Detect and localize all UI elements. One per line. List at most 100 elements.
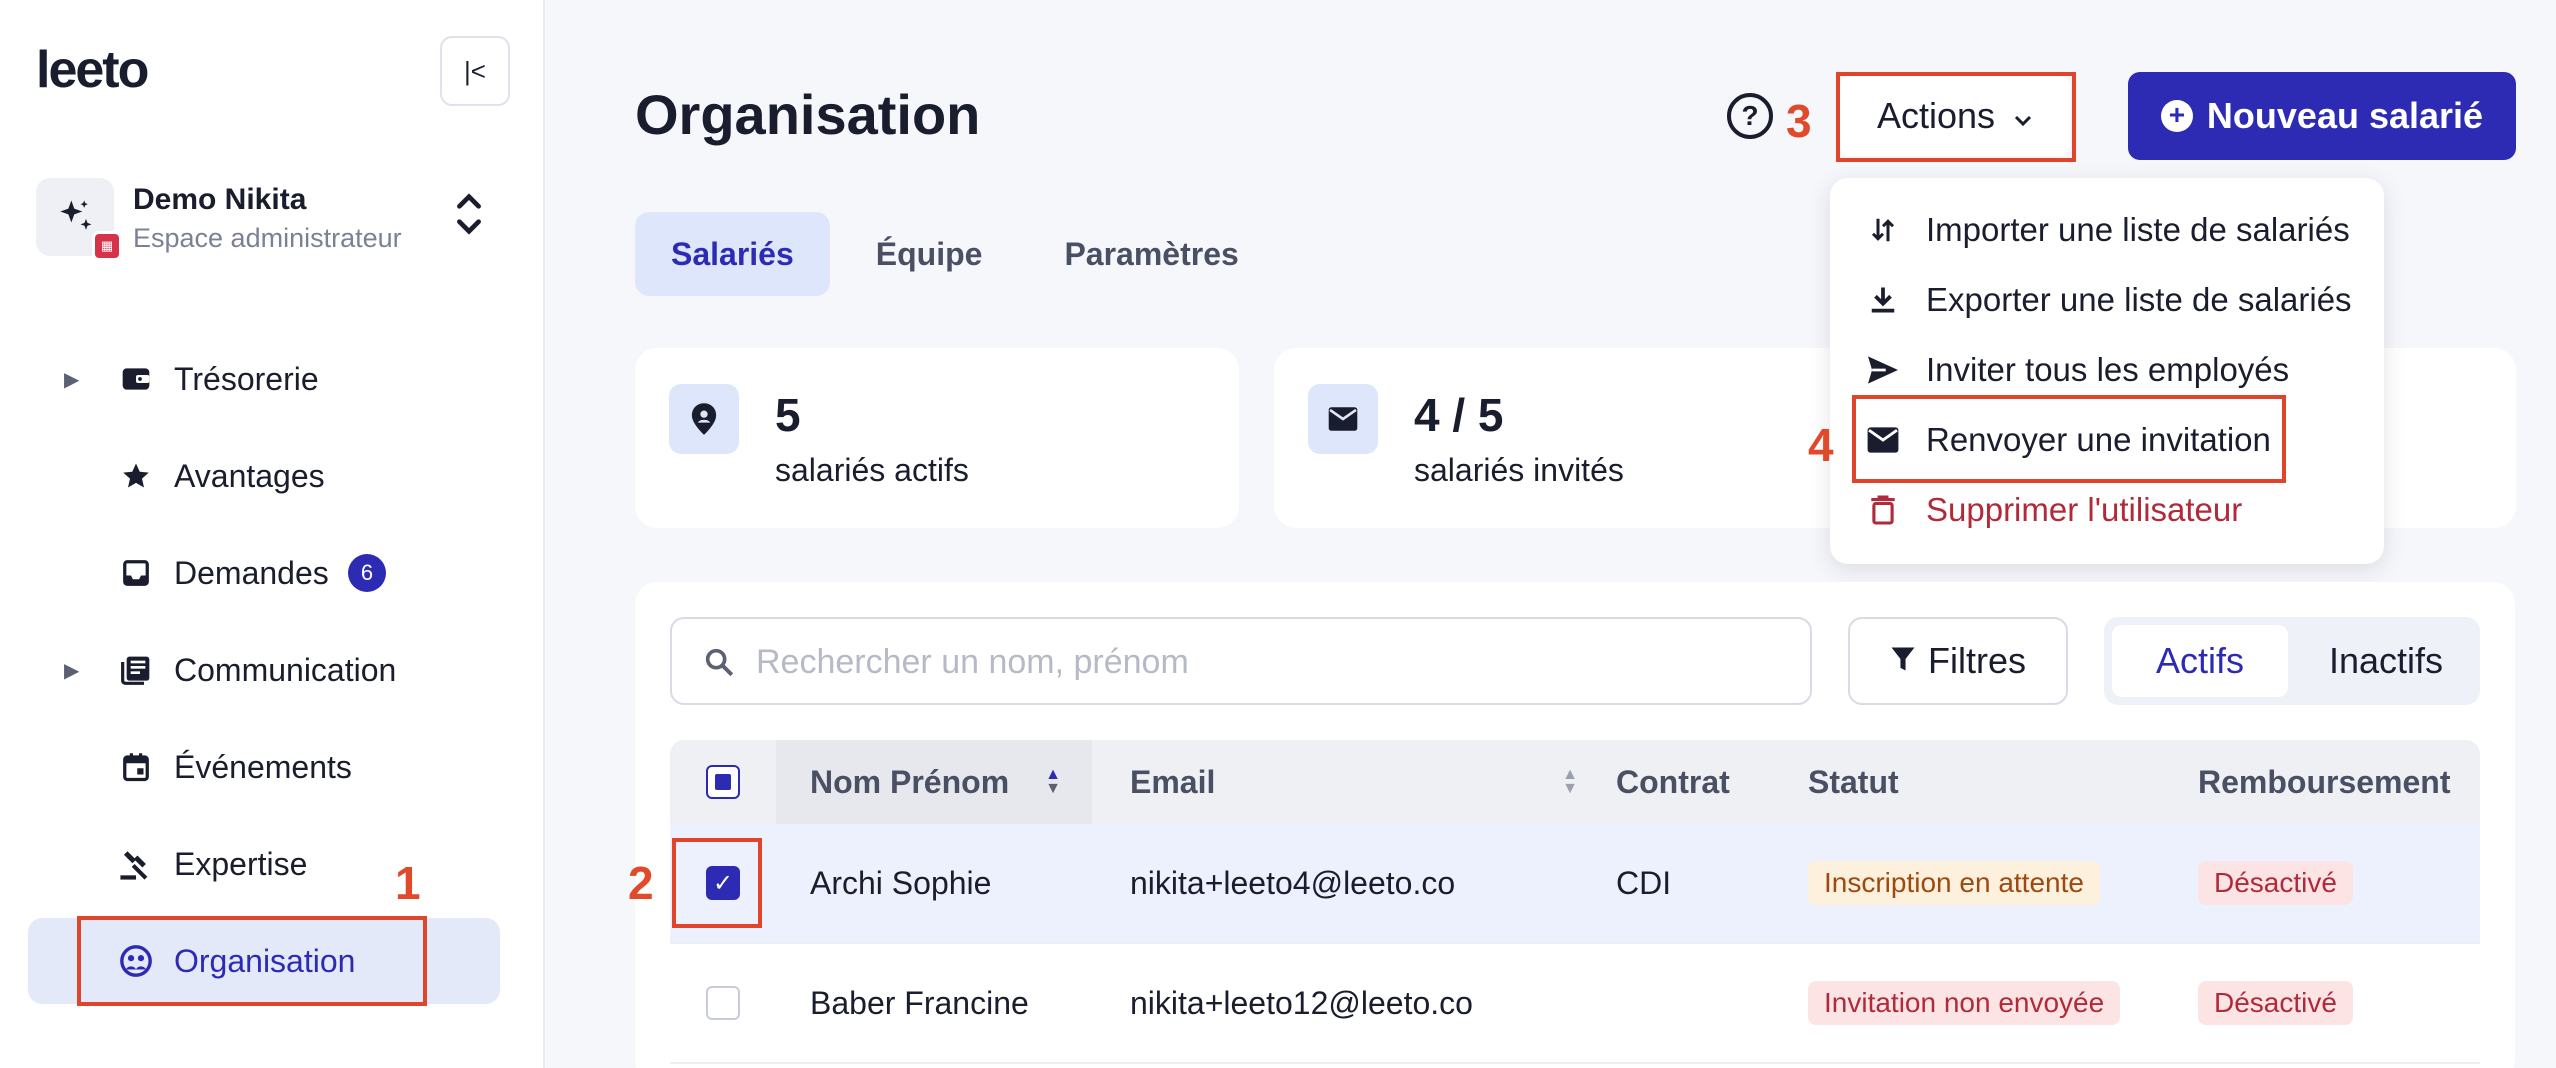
sidebar-item-label: Demandes [174, 554, 329, 591]
tab-parametres[interactable]: Paramètres [1028, 212, 1274, 296]
sidebar-item-demandes[interactable]: Demandes 6 [28, 530, 500, 616]
menu-item-invite-all[interactable]: Inviter tous les employés [1866, 340, 2289, 400]
workspace-switcher[interactable]: ▦ Demo Nikita Espace administrateur [36, 175, 506, 265]
actions-dropdown-menu: Importer une liste de salariés Exporter … [1830, 178, 2384, 564]
status-badge: Invitation non envoyée [1808, 981, 2121, 1025]
annotation-box-actions [1836, 72, 2076, 162]
annotation-4: 4 [1808, 419, 1834, 471]
cell-email: nikita+leeto4@leeto.co [1130, 864, 1456, 901]
sidebar-item-expertise[interactable]: Expertise [28, 821, 500, 907]
column-reimbursement: Remboursement [2198, 763, 2451, 800]
tab-equipe[interactable]: Équipe [840, 212, 1019, 296]
cell-name: Baber Francine [810, 984, 1029, 1021]
menu-item-label: Supprimer l'utilisateur [1926, 491, 2243, 528]
location-pin-icon [669, 384, 739, 454]
cell-status: Inscription en attente [1808, 824, 2100, 942]
menu-item-export[interactable]: Exporter une liste de salariés [1866, 270, 2352, 330]
checkbox[interactable] [706, 986, 740, 1020]
import-icon [1866, 213, 1900, 247]
row-checkbox-cell[interactable] [706, 944, 740, 1062]
page-title: Organisation [635, 83, 981, 146]
menu-item-delete-user[interactable]: Supprimer l'utilisateur [1866, 480, 2242, 540]
new-employee-label: Nouveau salarié [2206, 95, 2484, 136]
leeto-logo: leeto [36, 41, 149, 99]
sidebar-item-label: Événements [174, 748, 352, 785]
sidebar-item-label: Avantages [174, 457, 325, 494]
annotation-box-organisation [77, 916, 427, 1006]
search-icon [702, 645, 736, 684]
stat-card-invited: 4 / 5 salariés invités [1274, 348, 1878, 528]
reimbursement-badge: Désactivé [2198, 861, 2353, 905]
send-icon [1866, 353, 1900, 387]
column-name[interactable]: Nom Prénom ▲ ▼ [776, 740, 1092, 824]
sidebar-item-evenements[interactable]: Événements [28, 724, 500, 810]
column-status: Statut [1808, 763, 1899, 800]
checkbox[interactable] [706, 765, 740, 799]
toggle-actifs[interactable]: Actifs [2112, 625, 2288, 697]
sidebar-item-label: Communication [174, 651, 397, 688]
menu-item-label: Exporter une liste de salariés [1926, 281, 2352, 318]
stat-label: salariés invités [1414, 452, 1624, 488]
annotation-2: 2 [628, 857, 654, 909]
sort-icon: ▲ ▼ [1562, 766, 1578, 797]
annotation-1: 1 [395, 857, 421, 909]
tab-bar: Salariés Équipe Paramètres [635, 212, 1275, 296]
sidebar-item-label: Trésorerie [174, 360, 319, 397]
search-field[interactable] [670, 617, 1812, 705]
workspace-subtitle: Espace administrateur [133, 223, 402, 253]
caret-right-icon: ▶ [64, 368, 80, 391]
mail-icon [1308, 384, 1378, 454]
plus-circle-icon: + [2160, 100, 2193, 132]
collapse-icon: |< [464, 55, 486, 86]
workspace-name: Demo Nikita [133, 183, 307, 216]
active-inactive-toggle: Actifs Inactifs [2104, 617, 2480, 705]
collapse-sidebar-button[interactable]: |< [440, 36, 510, 106]
table-header: Nom Prénom ▲ ▼ Email ▲ ▼ Contrat Statut Re… [670, 740, 2480, 824]
sidebar-item-communication[interactable]: ▶ Communication [28, 627, 500, 713]
column-contract: Contrat [1616, 763, 1730, 800]
help-icon[interactable]: ? [1727, 93, 1773, 139]
chevron-up-down-icon [454, 189, 484, 242]
reimbursement-badge: Désactivé [2198, 981, 2353, 1025]
table-row[interactable]: Baber Francine nikita+leeto12@leeto.co I… [670, 944, 2480, 1064]
menu-item-import[interactable]: Importer une liste de salariés [1866, 200, 2350, 260]
building-icon: ▦ [92, 231, 122, 261]
demandes-count-badge: 6 [348, 554, 386, 592]
select-all-checkbox[interactable] [706, 740, 740, 824]
filters-button[interactable]: Filtres [1848, 617, 2068, 705]
caret-right-icon: ▶ [64, 659, 80, 682]
sidebar-item-tresorerie[interactable]: ▶ Trésorerie [28, 336, 500, 422]
annotation-3: 3 [1786, 95, 1812, 147]
calendar-icon [118, 749, 154, 785]
annotation-box-checkbox [672, 838, 762, 928]
stat-value: 5 [775, 389, 801, 441]
table-row[interactable]: ✓ Archi Sophie nikita+leeto4@leeto.co CD… [670, 824, 2480, 944]
sidebar-item-label: Expertise [174, 845, 308, 882]
column-email[interactable]: Email ▲ ▼ [1130, 740, 1578, 824]
new-employee-button[interactable]: + Nouveau salarié [2128, 72, 2516, 160]
menu-item-label: Inviter tous les employés [1926, 351, 2290, 388]
sidebar-item-avantages[interactable]: Avantages [28, 433, 500, 519]
stat-label: salariés actifs [775, 452, 969, 488]
filter-icon [1890, 640, 1916, 682]
stat-value: 4 / 5 [1414, 389, 1504, 441]
inbox-icon [118, 555, 154, 591]
cell-contract: CDI [1616, 864, 1672, 901]
sort-icon: ▲ ▼ [1045, 766, 1061, 797]
stat-card-active: 5 salariés actifs [635, 348, 1239, 528]
cell-email: nikita+leeto12@leeto.co [1130, 984, 1473, 1021]
toggle-inactifs[interactable]: Inactifs [2300, 625, 2472, 697]
wallet-icon [118, 361, 154, 397]
cell-status: Invitation non envoyée [1808, 944, 2121, 1062]
cell-reimbursement: Désactivé [2198, 824, 2353, 942]
star-icon [118, 458, 154, 494]
gavel-icon [118, 846, 154, 882]
trash-icon [1866, 493, 1900, 527]
download-icon [1866, 283, 1900, 317]
sidebar: leeto |< ▦ Demo Nikita Espace administra… [0, 0, 545, 1068]
annotation-box-resend [1852, 395, 2286, 483]
menu-item-label: Importer une liste de salariés [1926, 211, 2350, 248]
status-badge: Inscription en attente [1808, 861, 2100, 905]
tab-salaries[interactable]: Salariés [635, 212, 830, 296]
search-input[interactable] [756, 637, 1756, 687]
